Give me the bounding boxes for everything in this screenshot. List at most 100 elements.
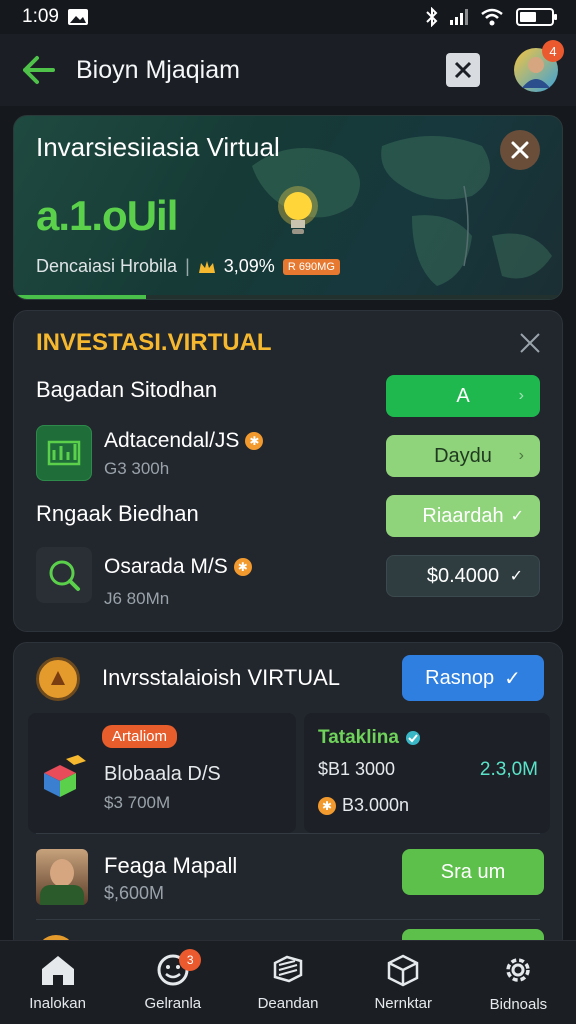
hero-subtitle: Dencaiasi Hrobila xyxy=(36,256,178,276)
nav-label: Gelranla xyxy=(144,995,202,1012)
nav-label: Bidnoals xyxy=(489,996,548,1013)
confirm-button[interactable]: Riaardah ✓ xyxy=(386,495,540,537)
item-name: Adtacendal/JS xyxy=(104,429,240,452)
hero-card[interactable]: Invarsiesiiasia Virtual a.1.oUil Dencaia… xyxy=(13,115,563,300)
box-icon xyxy=(387,954,419,987)
summary-tag-row: Tataklina xyxy=(318,727,421,749)
virtual-investment-card: Invrsstalaioish VIRTUAL Rasnop ✓ Artalio… xyxy=(13,642,563,952)
coin-icon: ✱ xyxy=(233,558,252,576)
nav-item-settings[interactable]: Bidnoals xyxy=(461,941,576,1024)
search-icon xyxy=(49,560,80,591)
tree-icon xyxy=(51,671,65,685)
notification-badge: 4 xyxy=(542,40,564,62)
hero-progress-fill xyxy=(14,295,146,299)
hero-chip: R 690MG xyxy=(282,258,340,275)
asset-name: Blobaala D/S xyxy=(104,763,221,785)
summary-value-secondary: B3.000n xyxy=(342,795,410,815)
asset-card[interactable]: Artaliom Blobaala D/S $3 700M xyxy=(28,713,296,833)
battery-icon xyxy=(516,8,557,26)
action-button-a-label: A xyxy=(456,384,470,407)
asset-tag: Artaliom xyxy=(102,725,178,748)
hero-title: Invarsiesiiasia Virtual xyxy=(36,132,280,162)
summary-tag: Tataklina xyxy=(318,727,399,748)
back-button[interactable] xyxy=(18,50,58,90)
item-icon xyxy=(36,547,92,603)
coin-icon: ✱ xyxy=(245,432,264,450)
action-button-a[interactable]: A › xyxy=(386,375,540,417)
profile-avatar[interactable]: 4 xyxy=(514,40,564,92)
lightbulb-icon xyxy=(278,186,318,234)
status-bar: 1:09 xyxy=(0,0,576,34)
divider xyxy=(36,833,540,834)
signal-icon xyxy=(450,9,468,25)
nav-item-gallery[interactable]: 3 Gelranla xyxy=(115,941,230,1024)
arrow-left-icon xyxy=(23,56,55,84)
respond-button[interactable]: Rasnop ✓ xyxy=(402,655,544,701)
summary-value-row: ✱ B3.000n xyxy=(318,795,409,816)
item-name-row: Adtacendal/JS ✱ xyxy=(104,429,264,453)
chevron-right-icon: › xyxy=(518,387,524,404)
crown-icon xyxy=(198,260,215,273)
cubes-icon xyxy=(44,755,86,797)
item-value: J6 80Mn xyxy=(104,589,170,608)
badge-icon xyxy=(36,657,80,701)
nav-label: Deandan xyxy=(257,995,319,1012)
check-icon: ✓ xyxy=(510,508,524,525)
item-button[interactable]: Daydu › xyxy=(386,435,540,477)
person-name: Feaga Mapall xyxy=(104,853,238,878)
status-time: 1:09 xyxy=(22,6,59,27)
investment-card: INVESTASI.VIRTUAL Bagadan Sitodhan A › A… xyxy=(13,310,563,632)
group-heading: Rngaak Biedhan xyxy=(36,501,199,526)
summary-value-change: 2.3,0M xyxy=(479,759,538,780)
app-bar: Bioyn Mjaqiam 4 xyxy=(0,34,576,106)
page-title: Bioyn Mjaqiam xyxy=(76,55,240,84)
hero-subtitle-row: Dencaiasi Hrobila | 3,09% R 690MG xyxy=(36,256,340,277)
person-action-button[interactable]: Sra um xyxy=(402,849,544,895)
close-button[interactable] xyxy=(446,53,480,87)
person-action-label: Sra um xyxy=(440,860,506,883)
confirm-button-label: Riaardah xyxy=(422,504,504,527)
gear-icon xyxy=(506,958,531,982)
nav-item-documents[interactable]: Deandan xyxy=(230,941,345,1024)
nav-item-home[interactable]: Inalokan xyxy=(0,941,115,1024)
section-title: Invrsstalaioish VIRTUAL xyxy=(102,665,341,690)
tools-icon xyxy=(511,141,529,159)
person-value: $,600M xyxy=(104,883,165,903)
nav-item-market[interactable]: Nernktar xyxy=(346,941,461,1024)
section-close-button[interactable] xyxy=(516,329,544,357)
bluetooth-icon xyxy=(426,7,438,27)
item-value: G3 300h xyxy=(104,459,170,478)
summary-value-primary: $B1 3000 xyxy=(318,759,396,779)
group-heading: Bagadan Sitodhan xyxy=(36,377,218,402)
item-name: Osarada M/S xyxy=(104,555,228,578)
nav-label: Inalokan xyxy=(29,995,86,1012)
verified-icon xyxy=(405,731,420,745)
coin-icon: ✱ xyxy=(318,796,336,815)
hero-percent: 3,09% xyxy=(223,256,275,276)
hero-value: a.1.oUil xyxy=(36,192,178,239)
close-icon xyxy=(454,61,472,79)
chevron-right-icon: › xyxy=(518,447,524,464)
check-icon: ✓ xyxy=(504,667,521,690)
value-button-label: $0.4000 xyxy=(426,564,500,587)
respond-button-label: Rasnop xyxy=(425,666,495,689)
chart-icon xyxy=(47,440,81,466)
close-icon xyxy=(520,333,540,353)
section-title: INVESTASI.VIRTUAL xyxy=(36,329,272,356)
nav-badge: 3 xyxy=(179,949,202,971)
check-icon: ✓ xyxy=(509,568,523,585)
bottom-navigation: Inalokan 3 Gelranla Deandan Nernktar Bid… xyxy=(0,940,576,1024)
item-button-label: Daydu xyxy=(434,444,492,467)
asset-value: $3 700M xyxy=(104,793,171,812)
person-avatar xyxy=(36,849,88,905)
summary-card[interactable]: Tataklina $B1 3000 2.3,0M ✱ B3.000n xyxy=(304,713,550,833)
divider xyxy=(36,919,540,920)
value-button[interactable]: $0.4000 ✓ xyxy=(386,555,540,597)
hero-tools-button[interactable] xyxy=(500,130,540,170)
stack-icon xyxy=(273,955,303,983)
nav-label: Nernktar xyxy=(374,995,432,1012)
image-icon xyxy=(67,9,88,25)
wifi-icon xyxy=(481,8,503,26)
home-icon xyxy=(41,956,74,985)
item-icon xyxy=(36,425,92,481)
